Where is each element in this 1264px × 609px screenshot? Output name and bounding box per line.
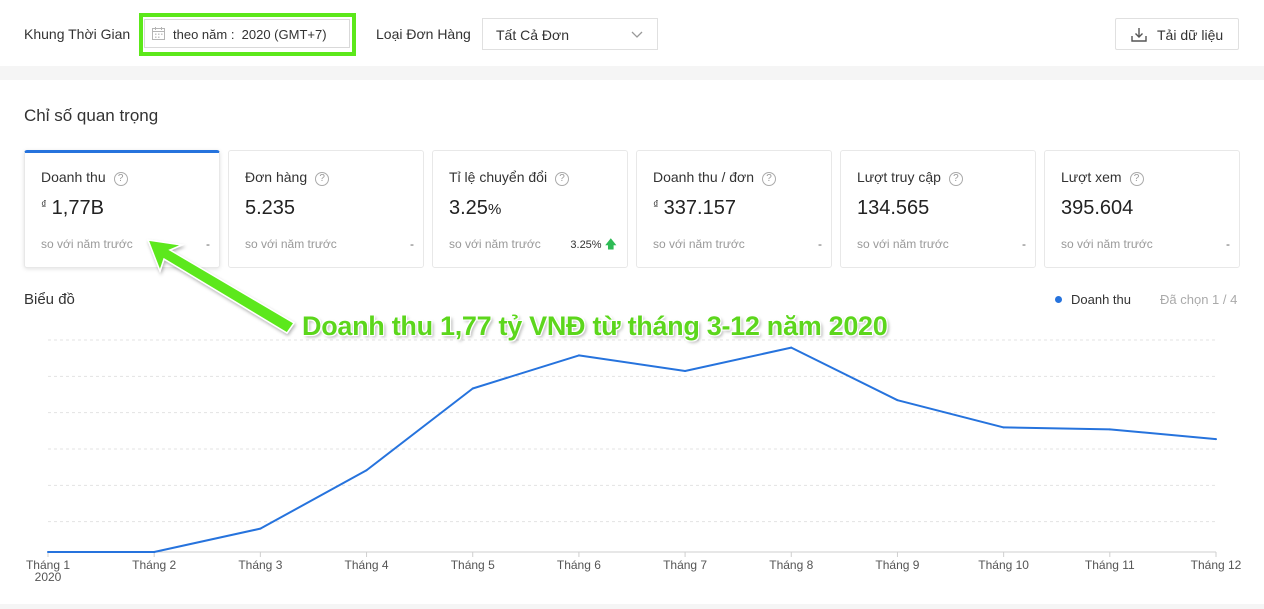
data-point[interactable] (1108, 428, 1111, 431)
order-type-select[interactable]: Tất Cả Đơn (482, 18, 658, 50)
metric-compare-label: so với năm trước (449, 237, 541, 251)
data-point[interactable] (1002, 426, 1005, 429)
currency-symbol: ₫ (653, 199, 659, 211)
metric-card-revenue-per-order[interactable]: Doanh thu / đơn? ₫ 337.157 so với năm trư… (636, 150, 832, 268)
data-point[interactable] (790, 346, 793, 349)
metric-label: Lượt xem? (1061, 169, 1144, 186)
metric-card-orders[interactable]: Đơn hàng? 5.235 so với năm trước - (228, 150, 424, 268)
calendar-icon (152, 27, 165, 43)
date-range-picker[interactable]: theo năm : 2020 (GMT+7) (144, 19, 350, 48)
data-point[interactable] (471, 387, 474, 390)
x-tick-label: Tháng 9 (875, 558, 919, 572)
metric-change: - (1226, 237, 1230, 251)
x-tick-label: Tháng 5 (451, 558, 495, 572)
key-metrics-title: Chỉ số quan trọng (24, 106, 159, 125)
x-year-label: 2020 (35, 570, 62, 584)
metric-compare-label: so với năm trước (245, 237, 337, 251)
metric-label: Tỉ lệ chuyển đổi? (449, 169, 570, 186)
metric-change: - (1022, 237, 1026, 251)
date-range-value: theo năm : 2020 (GMT+7) (173, 27, 327, 42)
metric-change: - (206, 237, 210, 251)
filter-bar: Khung Thời Gian theo năm : 2020 (GMT+7) … (0, 0, 1264, 66)
data-point[interactable] (47, 551, 49, 553)
metric-label: Doanh thu / đơn? (653, 169, 777, 186)
metric-card-conversion-rate[interactable]: Tỉ lệ chuyển đổi? 3.25% so với năm trước… (432, 150, 628, 268)
data-point[interactable] (153, 551, 156, 553)
metric-value: 5.235 (245, 197, 296, 219)
currency-symbol: ₫ (41, 199, 47, 211)
help-icon[interactable]: ? (948, 172, 963, 186)
x-tick-label: Tháng 4 (345, 558, 389, 572)
legend-dot-icon (1055, 296, 1062, 303)
help-icon[interactable]: ? (315, 172, 330, 186)
order-type-value: Tất Cả Đơn (496, 27, 569, 43)
metric-card-revenue[interactable]: Doanh thu? ₫ 1,77B so với năm trước - (24, 150, 220, 268)
metric-compare-label: so với năm trước (653, 237, 745, 251)
metric-compare-label: so với năm trước (41, 237, 133, 251)
x-tick-label: Tháng 3 (238, 558, 282, 572)
x-tick-label: Tháng 11 (1085, 558, 1135, 572)
chart-legend-item[interactable]: Doanh thu (1055, 292, 1131, 307)
order-type-label: Loại Đơn Hàng (376, 26, 471, 42)
data-point[interactable] (365, 469, 368, 472)
data-point[interactable] (684, 369, 687, 372)
metric-change: - (410, 237, 414, 251)
metric-value: ₫ 337.157 (653, 197, 736, 219)
download-icon (1131, 27, 1147, 45)
percent-unit: % (487, 201, 502, 218)
x-tick-label: Tháng 6 (557, 558, 601, 572)
data-point[interactable] (1215, 438, 1217, 441)
annotation-text: Doanh thu 1,77 tỷ VNĐ từ tháng 3-12 năm … (302, 311, 888, 341)
metric-compare-label: so với năm trước (857, 237, 949, 251)
x-tick-label: Tháng 2 (132, 558, 176, 572)
help-icon[interactable]: ? (555, 172, 570, 186)
metric-value: 3.25% (449, 197, 502, 219)
metric-change: 3.25% 🡅 (570, 237, 617, 251)
data-point[interactable] (577, 354, 580, 357)
metric-compare-label: so với năm trước (1061, 237, 1153, 251)
metric-label: Doanh thu? (41, 169, 128, 186)
metric-label: Đơn hàng? (245, 169, 330, 186)
help-icon[interactable]: ? (762, 172, 777, 186)
x-tick-label: Tháng 10 (978, 558, 1029, 572)
metric-value: 134.565 (857, 197, 930, 219)
data-point[interactable] (896, 399, 899, 402)
metric-card-visits[interactable]: Lượt truy cập? 134.565 so với năm trước … (840, 150, 1036, 268)
revenue-line-chart: Tháng 1 Tháng 2 Tháng 3 Tháng 4 Tháng 5 Tháng… (26, 339, 1242, 584)
data-point[interactable] (259, 527, 262, 530)
x-tick-label: Tháng 7 (663, 558, 707, 572)
metric-card-page-views[interactable]: Lượt xem? 395.604 so với năm trước - (1044, 150, 1240, 268)
x-tick-label: Tháng 12 (1191, 558, 1242, 572)
metric-value: 395.604 (1061, 197, 1134, 219)
time-range-label: Khung Thời Gian (24, 26, 131, 42)
selected-metrics-count: Đã chọn 1 / 4 (1160, 292, 1238, 307)
help-icon[interactable]: ? (113, 172, 128, 186)
download-button-label: Tải dữ liệu (1157, 27, 1224, 43)
chevron-down-icon (631, 27, 643, 43)
metric-change: - (818, 237, 822, 251)
help-icon[interactable]: ? (1129, 172, 1144, 186)
x-tick-label: Tháng 8 (769, 558, 813, 572)
metric-value: ₫ 1,77B (41, 197, 104, 219)
chart-title: Biểu đồ (24, 291, 75, 308)
metric-label: Lượt truy cập? (857, 169, 963, 186)
download-data-button[interactable]: Tải dữ liệu (1115, 18, 1239, 50)
arrow-up-icon: 🡅 (604, 237, 617, 251)
